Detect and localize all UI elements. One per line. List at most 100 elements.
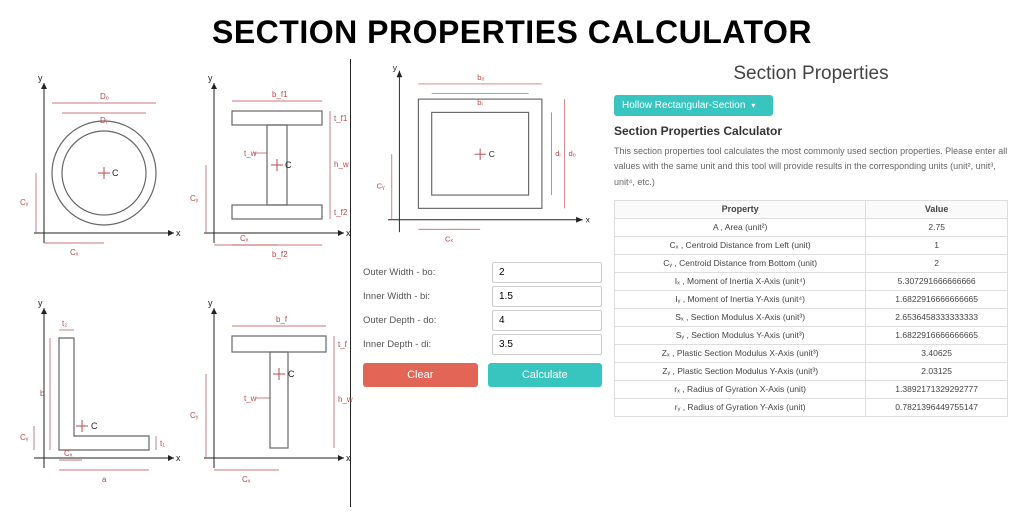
property-cell: A , Area (unit²): [615, 218, 866, 236]
table-row: rₓ , Radius of Gyration X-Axis (unit)1.3…: [615, 380, 1008, 398]
value-cell: 2.03125: [866, 362, 1008, 380]
value-cell: 5.307291666666666: [866, 272, 1008, 290]
svg-text:a: a: [102, 475, 107, 484]
value-cell: 2: [866, 254, 1008, 272]
svg-text:t_f2: t_f2: [334, 208, 348, 217]
svg-text:t₂: t₂: [62, 319, 67, 328]
table-row: Cₓ , Centroid Distance from Left (unit)1: [615, 236, 1008, 254]
svg-text:Cᵧ: Cᵧ: [190, 194, 199, 203]
svg-text:Cₓ: Cₓ: [64, 449, 73, 458]
svg-text:y: y: [38, 73, 43, 83]
svg-text:Dᵢ: Dᵢ: [100, 116, 107, 125]
svg-text:bₒ: bₒ: [477, 73, 484, 82]
label-bo: Outer Width - bo:: [363, 267, 492, 278]
svg-text:x: x: [346, 228, 351, 238]
label-do: Outer Depth - do:: [363, 315, 492, 326]
property-cell: rᵧ , Radius of Gyration Y-Axis (unit): [615, 398, 866, 416]
diagram-hollow-circle: xy C Dₒ Dᵢ Cᵧ Cₓ: [14, 63, 184, 282]
input-form: Outer Width - bo: Inner Width - bi: Oute…: [363, 259, 602, 387]
svg-text:t₁: t₁: [160, 439, 165, 448]
table-row: Zᵧ , Plastic Section Modulus Y-Axis (uni…: [615, 362, 1008, 380]
table-row: rᵧ , Radius of Gyration Y-Axis (unit)0.7…: [615, 398, 1008, 416]
svg-text:dᵢ: dᵢ: [555, 149, 560, 158]
results-subheading: Section Properties Calculator: [614, 124, 1008, 138]
svg-text:Cₓ: Cₓ: [445, 235, 453, 244]
svg-text:C: C: [489, 149, 495, 159]
property-cell: Zₓ , Plastic Section Modulus X-Axis (uni…: [615, 344, 866, 362]
svg-text:b: b: [40, 389, 45, 398]
property-cell: Sᵧ , Section Modulus Y-Axis (unit³): [615, 326, 866, 344]
svg-text:x: x: [176, 228, 181, 238]
svg-text:t_w: t_w: [244, 149, 257, 158]
chevron-down-icon: ▾: [751, 101, 755, 110]
svg-text:x: x: [346, 453, 351, 463]
results-description: This section properties tool calculates …: [614, 144, 1008, 190]
svg-text:y: y: [393, 63, 398, 73]
svg-text:b_f1: b_f1: [272, 90, 288, 99]
svg-text:Cᵧ: Cᵧ: [377, 181, 385, 190]
value-cell: 2.75: [866, 218, 1008, 236]
svg-text:Cᵧ: Cᵧ: [20, 198, 29, 207]
field-outer-width: Outer Width - bo:: [363, 262, 602, 283]
property-cell: Zᵧ , Plastic Section Modulus Y-Axis (uni…: [615, 362, 866, 380]
diagram-tee: x y C b_f t_f t_w h_w Cᵧ Cₓ: [184, 288, 354, 507]
svg-text:Cₓ: Cₓ: [240, 234, 249, 243]
svg-text:C: C: [288, 369, 295, 379]
svg-text:Cₓ: Cₓ: [70, 248, 79, 257]
page-title: SECTION PROPERTIES CALCULATOR: [0, 0, 1024, 59]
center-panel: xy C bₒ bᵢ dᵢ dₒ Cᵧ Cₓ Outer Width - bo:…: [350, 59, 610, 507]
label-di: Inner Depth - di:: [363, 339, 492, 350]
svg-text:b_f: b_f: [276, 315, 288, 324]
svg-text:Dₒ: Dₒ: [100, 92, 109, 101]
property-cell: Cᵧ , Centroid Distance from Bottom (unit…: [615, 254, 866, 272]
property-cell: Iᵧ , Moment of Inertia Y-Axis (unit⁴): [615, 290, 866, 308]
field-outer-depth: Outer Depth - do:: [363, 310, 602, 331]
results-panel: Section Properties Hollow Rectangular-Se…: [610, 59, 1024, 507]
input-do[interactable]: [492, 310, 602, 331]
section-type-label: Hollow Rectangular-Section: [622, 100, 745, 111]
th-value: Value: [866, 200, 1008, 218]
value-cell: 2.6536458333333333: [866, 308, 1008, 326]
property-cell: Sₓ , Section Modulus X-Axis (unit³): [615, 308, 866, 326]
th-property: Property: [615, 200, 866, 218]
value-cell: 1.6822916666666665: [866, 326, 1008, 344]
section-type-select[interactable]: Hollow Rectangular-Section ▾: [614, 95, 773, 116]
svg-text:h_w: h_w: [338, 395, 353, 404]
svg-text:Cₓ: Cₓ: [242, 475, 251, 484]
svg-text:Cᵧ: Cᵧ: [190, 411, 199, 420]
calculate-button[interactable]: Calculate: [488, 363, 603, 387]
diagram-hollow-rect: xy C bₒ bᵢ dᵢ dₒ Cᵧ Cₓ: [363, 63, 602, 253]
svg-text:t_f: t_f: [338, 340, 348, 349]
value-cell: 3.40625: [866, 344, 1008, 362]
svg-text:t_f1: t_f1: [334, 114, 348, 123]
value-cell: 1.6822916666666665: [866, 290, 1008, 308]
svg-text:h_w: h_w: [334, 160, 349, 169]
property-cell: Iₓ , Moment of Inertia X-Axis (unit⁴): [615, 272, 866, 290]
table-row: Sᵧ , Section Modulus Y-Axis (unit³)1.682…: [615, 326, 1008, 344]
input-bi[interactable]: [492, 286, 602, 307]
diagram-angle: xy C t₂ b t₁ a Cₓ Cᵧ: [14, 288, 184, 507]
main-layout: x y C Dₒ Dᵢ Cᵧ Cₓ x y: [0, 59, 1024, 507]
diagram-i-beam: xy C b_f1 t_f1 t_w h_w t_f2 b_f2 Cᵧ Cₓ: [184, 63, 354, 282]
results-table: Property Value A , Area (unit²)2.75Cₓ , …: [614, 200, 1008, 417]
label-bi: Inner Width - bi:: [363, 291, 492, 302]
field-inner-width: Inner Width - bi:: [363, 286, 602, 307]
value-cell: 1: [866, 236, 1008, 254]
table-row: A , Area (unit²)2.75: [615, 218, 1008, 236]
shape-gallery: x y C Dₒ Dᵢ Cᵧ Cₓ x y: [0, 59, 350, 507]
svg-text:y: y: [208, 298, 213, 308]
svg-text:x: x: [176, 453, 181, 463]
table-row: Cᵧ , Centroid Distance from Bottom (unit…: [615, 254, 1008, 272]
svg-text:b_f2: b_f2: [272, 250, 288, 259]
field-inner-depth: Inner Depth - di:: [363, 334, 602, 355]
input-di[interactable]: [492, 334, 602, 355]
clear-button[interactable]: Clear: [363, 363, 478, 387]
svg-text:bᵢ: bᵢ: [477, 98, 482, 107]
property-cell: Cₓ , Centroid Distance from Left (unit): [615, 236, 866, 254]
input-bo[interactable]: [492, 262, 602, 283]
property-cell: rₓ , Radius of Gyration X-Axis (unit): [615, 380, 866, 398]
svg-text:t_w: t_w: [244, 394, 257, 403]
svg-text:Cᵧ: Cᵧ: [20, 433, 29, 442]
svg-text:dₒ: dₒ: [569, 149, 576, 158]
table-row: Iᵧ , Moment of Inertia Y-Axis (unit⁴)1.6…: [615, 290, 1008, 308]
